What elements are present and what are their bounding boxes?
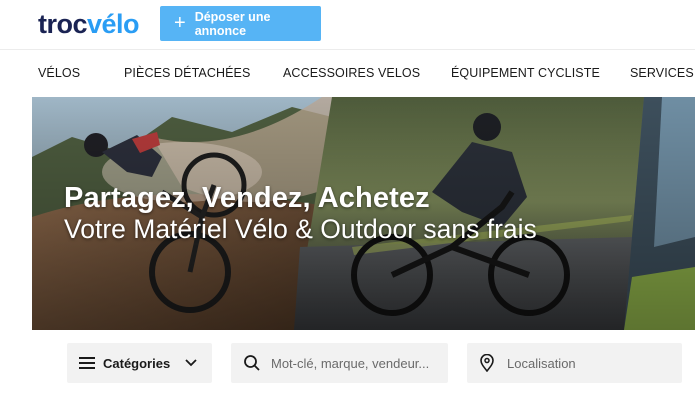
- location-field: [467, 343, 682, 383]
- post-ad-label: Déposer une annonce: [194, 9, 271, 38]
- keyword-search-input[interactable]: [271, 343, 440, 383]
- nav-item-equipement-cycliste[interactable]: ÉQUIPEMENT CYCLISTE: [451, 66, 600, 80]
- keyword-search-field: [231, 343, 448, 383]
- hero-text: Partagez, Vendez, Achetez Votre Matériel…: [64, 183, 537, 245]
- location-pin-icon: [480, 354, 494, 372]
- main-nav: VÉLOS PIÈCES DÉTACHÉES ACCESSOIRES VELOS…: [0, 51, 695, 96]
- categories-dropdown[interactable]: Catégories: [67, 343, 212, 383]
- nav-item-pieces-detachees[interactable]: PIÈCES DÉTACHÉES: [124, 66, 250, 80]
- hero-headline: Partagez, Vendez, Achetez: [64, 182, 430, 214]
- site-header: trocvélo + Déposer une annonce: [0, 0, 695, 50]
- hero-subheadline: Votre Matériel Vélo & Outdoor sans frais: [64, 214, 537, 244]
- logo-part-troc: troc: [38, 9, 88, 39]
- nav-item-accessoires-velos[interactable]: ACCESSOIRES VELOS: [283, 66, 420, 80]
- search-bar: Catégories: [0, 330, 695, 409]
- location-input[interactable]: [507, 343, 674, 383]
- chevron-down-icon: [185, 359, 197, 367]
- categories-label: Catégories: [103, 355, 171, 371]
- logo-part-velo: vélo: [87, 9, 140, 39]
- hero-banner: Partagez, Vendez, Achetez Votre Matériel…: [32, 97, 695, 330]
- post-ad-button[interactable]: + Déposer une annonce: [160, 6, 321, 41]
- trocvelo-logo[interactable]: trocvélo: [38, 9, 140, 39]
- nav-item-velos[interactable]: VÉLOS: [38, 66, 80, 80]
- search-icon: [244, 355, 260, 371]
- menu-icon: [79, 357, 95, 369]
- nav-item-services[interactable]: SERVICES: [630, 66, 694, 80]
- plus-icon: +: [174, 11, 186, 34]
